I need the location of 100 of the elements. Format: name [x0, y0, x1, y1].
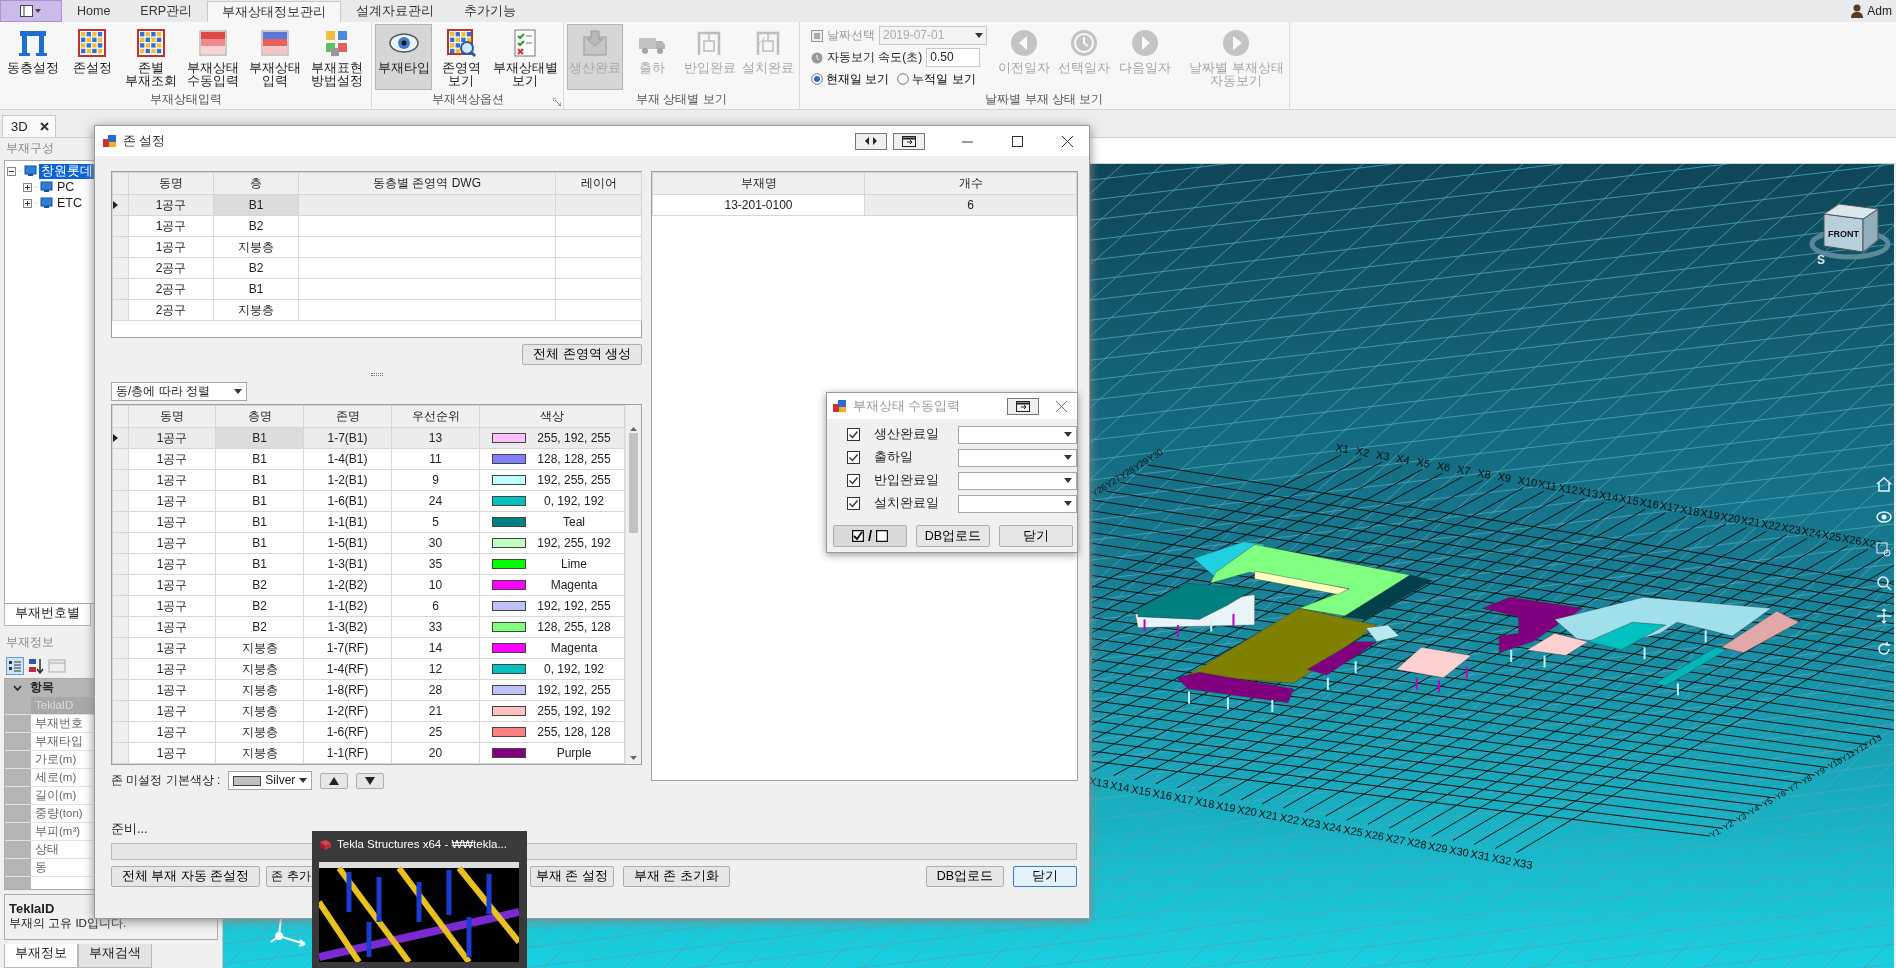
compass-label[interactable]: S: [1817, 253, 1825, 267]
move-icon[interactable]: [1876, 608, 1892, 624]
column-header[interactable]: 개수: [864, 172, 1077, 195]
table-cell: 1공구: [128, 616, 216, 638]
date-dropdown[interactable]: [958, 494, 1077, 513]
date-dropdown[interactable]: [958, 448, 1077, 467]
ribbon-button[interactable]: 부재상태 수동입력: [183, 24, 243, 90]
ribbon-button[interactable]: 존별 부재조회: [121, 24, 181, 90]
expander-icon[interactable]: [7, 166, 16, 176]
ribbon-tab[interactable]: 설계자료관리: [341, 0, 450, 22]
ribbon-tab[interactable]: Home: [62, 0, 126, 22]
table-cell: 35: [391, 553, 480, 575]
create-zones-button[interactable]: 전체 존영역 생성: [522, 344, 642, 365]
column-header[interactable]: 동명: [128, 172, 214, 195]
scrollbar-thumb[interactable]: [629, 433, 638, 533]
document-tab[interactable]: 3D: [2, 115, 56, 137]
grid-label: X17: [1172, 790, 1195, 807]
grid-label: X27: [1384, 831, 1407, 847]
status-text: 준비...: [111, 822, 149, 837]
table-cell: 2공구: [128, 278, 214, 300]
checkbox[interactable]: [847, 474, 860, 487]
expander-icon[interactable]: [23, 182, 32, 192]
column-header[interactable]: 부재명: [652, 172, 865, 195]
ribbon-button[interactable]: 동층설정: [3, 24, 63, 90]
ribbon-button[interactable]: 부재타입: [375, 24, 433, 90]
launcher-icon[interactable]: [553, 98, 561, 106]
field-label: 출하일: [874, 450, 914, 465]
ribbon-button[interactable]: 부재상태별 보기: [490, 24, 560, 90]
ribbon-button[interactable]: 존설정: [65, 24, 119, 90]
dialog-button[interactable]: DB업로드: [925, 866, 1004, 887]
checkbox[interactable]: [847, 451, 860, 464]
field-label: 반입완료일: [874, 473, 940, 488]
dialog-button[interactable]: DB업로드: [916, 525, 990, 547]
tree-item[interactable]: ETC: [55, 195, 84, 211]
caret-icon: [1064, 478, 1072, 483]
eye-icon[interactable]: [1876, 511, 1892, 523]
table-cell: B1: [215, 511, 304, 533]
sort-select[interactable]: 동/층에 따라 정렬: [111, 382, 247, 401]
close-icon[interactable]: [39, 122, 49, 131]
tree-item[interactable]: PC: [55, 179, 77, 195]
column-header[interactable]: 층명: [215, 405, 304, 428]
column-header[interactable]: 존명: [303, 405, 392, 428]
column-header[interactable]: 동명: [128, 405, 216, 428]
expander-icon[interactable]: [23, 198, 32, 208]
dialog-button[interactable]: 전체 부재 자동 존설정: [111, 866, 261, 887]
dock-button[interactable]: [1007, 397, 1039, 415]
arrows-button[interactable]: [855, 132, 887, 150]
row-header[interactable]: [112, 427, 129, 449]
column-header[interactable]: 레이어: [555, 172, 642, 195]
house-icon[interactable]: [1876, 477, 1892, 492]
grid-label: X31: [1469, 847, 1491, 863]
default-color-select[interactable]: Silver: [228, 771, 313, 790]
splitter-handle[interactable]: [370, 373, 383, 376]
date-dropdown[interactable]: [958, 425, 1077, 444]
ribbon-tab[interactable]: ERP관리: [125, 0, 208, 22]
view-mode-radio[interactable]: 누적일 보기: [897, 72, 976, 87]
checkbox[interactable]: [847, 428, 860, 441]
app-menu-button[interactable]: [0, 0, 62, 22]
color-value: Purple: [555, 745, 593, 761]
date-dropdown[interactable]: [958, 471, 1077, 490]
panel-tab[interactable]: 부재정보: [4, 944, 78, 968]
move-up-button[interactable]: [320, 772, 349, 789]
sort-icon[interactable]: [27, 657, 45, 675]
dialog-button[interactable]: 닫기: [1013, 866, 1077, 887]
column-header[interactable]: 우선순위: [391, 405, 480, 428]
ribbon-tab[interactable]: 부재상태정보관리: [207, 1, 342, 22]
table-cell: 1공구: [128, 679, 216, 701]
row-header[interactable]: [112, 194, 129, 216]
panel-tab[interactable]: 부재번호별: [4, 604, 91, 626]
search-icon[interactable]: [1877, 576, 1892, 591]
ribbon-button[interactable]: 존영역 보기: [434, 24, 489, 90]
grid-label: X14: [1109, 778, 1131, 794]
categorized-icon[interactable]: [6, 657, 24, 675]
panel-tab[interactable]: 부재검색: [78, 944, 152, 968]
dialog-button[interactable]: 부재 존 초기화: [622, 866, 730, 887]
speed-field[interactable]: 0.50: [926, 48, 981, 67]
scroll-up-icon: [630, 427, 637, 431]
tree-item[interactable]: 창원롯데: [39, 163, 95, 179]
view-cube-label[interactable]: FRONT: [1828, 229, 1859, 239]
column-header[interactable]: 층: [213, 172, 299, 195]
checkbox[interactable]: [847, 497, 860, 510]
grid-label: X22: [1760, 517, 1782, 533]
ribbon-tab[interactable]: 추가기능: [449, 0, 532, 22]
grid-label: X27: [1861, 535, 1883, 551]
move-down-button[interactable]: [356, 772, 385, 789]
rotate-icon[interactable]: [1878, 641, 1891, 655]
chevron-icon[interactable]: [13, 684, 22, 692]
caret-icon: [975, 33, 983, 38]
ribbon-button[interactable]: 부재상태 입력: [245, 24, 305, 90]
ribbon-button[interactable]: 부재표현 방법설정: [307, 24, 367, 90]
table-cell: 21: [391, 700, 480, 722]
dock-button[interactable]: [893, 132, 925, 150]
check-toggle-button[interactable]: /: [833, 525, 907, 547]
grid-label: X3: [1375, 448, 1391, 463]
column-header[interactable]: 동층별 존영역 DWG: [298, 172, 556, 195]
dialog-button[interactable]: 부재 존 설정: [529, 866, 614, 887]
column-header[interactable]: 색상: [479, 405, 625, 428]
view-mode-radio[interactable]: 현재일 보기: [811, 72, 890, 87]
dialog-button[interactable]: 닫기: [999, 525, 1073, 547]
scrollbar[interactable]: [625, 405, 641, 764]
